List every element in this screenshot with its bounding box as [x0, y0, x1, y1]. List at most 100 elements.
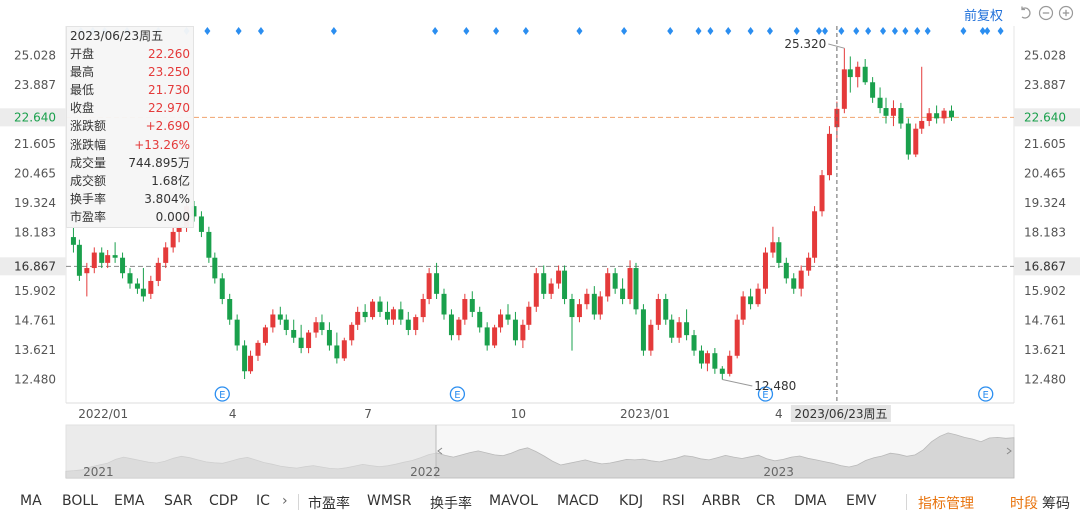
- indicator-cdp[interactable]: CDP: [209, 493, 238, 509]
- candle-body: [770, 242, 776, 253]
- candle-body: [913, 128, 919, 155]
- time-tick-label: 10: [511, 407, 526, 421]
- reference-price-label: 16.867: [1024, 259, 1066, 273]
- indicator-cr[interactable]: CR: [756, 493, 776, 509]
- current-price-label: 22.640: [14, 110, 56, 124]
- event-diamond-marker: [960, 27, 967, 35]
- info-row-label: 涨跌额: [70, 119, 107, 134]
- candle-body: [762, 252, 768, 289]
- annotations: 25.320 12.480: [722, 37, 845, 393]
- indicator-dma[interactable]: DMA: [794, 493, 826, 509]
- info-row: 成交额 1.68亿: [70, 172, 190, 190]
- candle-body: [676, 322, 682, 338]
- event-diamond-marker: [914, 27, 921, 35]
- info-row-value: 23.250: [148, 65, 190, 80]
- event-diamond-marker: [576, 27, 583, 35]
- candle-body: [691, 335, 697, 351]
- candle-body: [919, 120, 925, 129]
- adjust-price-button[interactable]: 前复权: [964, 5, 1003, 24]
- candle-body: [505, 314, 511, 320]
- price-axis-right: 25.028 23.887 21.605 20.465 19.324 18.183 15.9…: [1024, 49, 1066, 387]
- candle-body: [669, 319, 675, 338]
- price-tick-label: 14.761: [1024, 314, 1066, 328]
- candle-body: [640, 309, 646, 351]
- indicator-kdj[interactable]: KDJ: [619, 493, 643, 509]
- indicator-boll[interactable]: BOLL: [62, 493, 98, 509]
- navigator-year-label: 2021: [83, 465, 114, 479]
- info-row: 换手率 3.804%: [70, 190, 190, 208]
- info-row: 收盘 22.970: [70, 99, 190, 117]
- candle-body: [140, 288, 146, 297]
- candle-body: [948, 110, 954, 118]
- candle-body: [212, 257, 218, 279]
- candle-body: [441, 293, 447, 315]
- range-navigator[interactable]: 2021 2022 2023: [65, 424, 1015, 479]
- indicator-manage-button[interactable]: 指标管理: [918, 493, 974, 513]
- event-diamond-marker: [984, 27, 991, 35]
- chips-tab[interactable]: 筹码: [1042, 493, 1070, 513]
- info-row-label: 换手率: [70, 191, 107, 206]
- indicator-ema[interactable]: EMA: [114, 493, 145, 509]
- event-diamond-marker: [853, 27, 860, 35]
- info-row-label: 收盘: [70, 101, 95, 116]
- candle-body: [620, 288, 626, 300]
- event-diamond-marker: [463, 27, 470, 35]
- candle-body: [698, 350, 704, 364]
- price-tick-label: 25.028: [14, 49, 56, 63]
- event-diamond-marker: [493, 27, 500, 35]
- candle-body: [862, 66, 868, 83]
- candle-body: [420, 299, 426, 318]
- info-row-label: 成交额: [70, 173, 107, 188]
- indicator-rsi[interactable]: RSI: [662, 493, 685, 509]
- indicator-turnover[interactable]: 换手率: [430, 493, 472, 513]
- chevron-right-icon[interactable]: ›: [282, 493, 288, 509]
- indicator-sar[interactable]: SAR: [164, 493, 192, 509]
- candle-body: [576, 304, 582, 318]
- time-period-tab[interactable]: 时段: [1010, 493, 1038, 513]
- zoom-out-icon[interactable]: [1038, 5, 1054, 21]
- candle-body: [748, 296, 754, 305]
- candle-body: [655, 299, 661, 325]
- undo-icon[interactable]: [1018, 5, 1034, 21]
- candle-body: [255, 342, 261, 356]
- candle-body: [941, 110, 947, 119]
- event-diamond-marker: [667, 27, 674, 35]
- event-diamond-marker: [235, 27, 242, 35]
- candle-body: [890, 108, 896, 116]
- indicator-wmsr[interactable]: WMSR: [367, 493, 412, 509]
- info-row-label: 最低: [70, 83, 95, 98]
- event-diamond-marker: [997, 27, 1004, 35]
- candle-body: [934, 113, 940, 119]
- indicator-ma[interactable]: MA: [20, 493, 42, 509]
- cursor-date-label: 2023/06/23周五: [794, 407, 887, 421]
- indicator-divider: [298, 494, 299, 510]
- candle-body: [905, 123, 911, 155]
- candle-body: [70, 237, 76, 245]
- candle-body: [384, 311, 390, 320]
- indicator-mavol[interactable]: MAVOL: [489, 493, 538, 509]
- max-price-annotation: 25.320: [784, 37, 826, 51]
- candle-body: [262, 327, 268, 343]
- zoom-in-icon[interactable]: [1058, 5, 1074, 21]
- price-tick-label: 21.605: [1024, 137, 1066, 151]
- indicator-ic[interactable]: IC: [256, 493, 270, 509]
- info-row-value: 1.68亿: [151, 173, 190, 188]
- candle-body: [334, 345, 340, 359]
- candle-body: [847, 69, 853, 78]
- candle-body: [413, 317, 419, 330]
- indicator-emv[interactable]: EMV: [846, 493, 877, 509]
- candle-body: [498, 314, 504, 328]
- indicator-pe[interactable]: 市盈率: [308, 493, 350, 513]
- indicator-macd[interactable]: MACD: [557, 493, 599, 509]
- event-diamond-marker: [816, 27, 823, 35]
- info-row-value: +2.690: [145, 119, 190, 134]
- candle-body: [155, 262, 161, 281]
- event-diamond-marker: [880, 27, 887, 35]
- event-diamond-marker: [725, 27, 732, 35]
- candle-body: [306, 332, 312, 349]
- candle-body: [633, 268, 639, 310]
- candle-body: [398, 309, 404, 320]
- indicator-arbr[interactable]: ARBR: [702, 493, 741, 509]
- candle-body: [562, 270, 568, 300]
- candle-body: [597, 296, 603, 315]
